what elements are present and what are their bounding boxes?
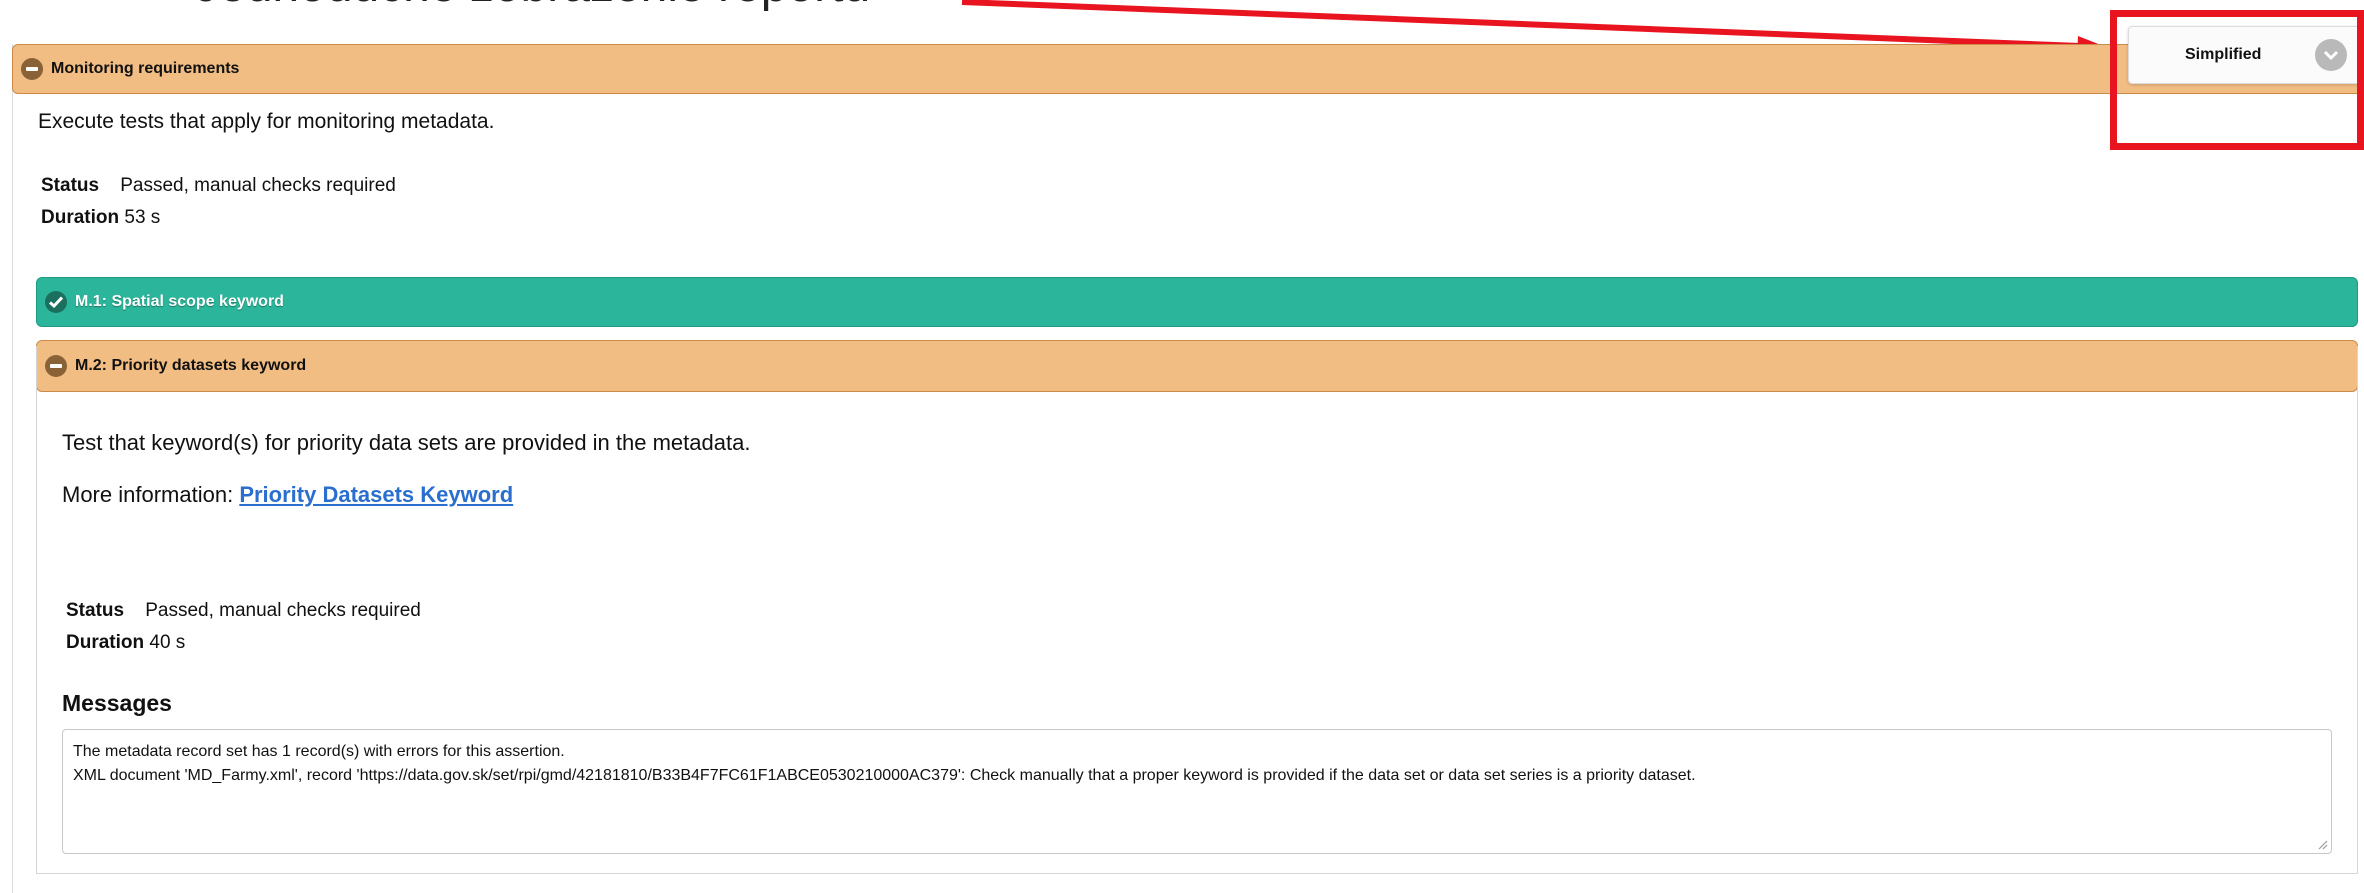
section-status-row: Status Passed, manual checks required [41, 175, 396, 197]
status-label: Status [66, 600, 125, 621]
annotation-caption: Jednoduché zobrazenie reportu [195, 0, 870, 13]
more-info-link[interactable]: Priority Datasets Keyword [239, 482, 513, 507]
duration-label: Duration [66, 632, 145, 653]
test-title: M.1: Spatial scope keyword [75, 293, 284, 310]
status-value: Passed, manual checks required [120, 175, 396, 196]
more-info-row: More information: Priority Datasets Keyw… [62, 482, 513, 508]
test-status-row: Status Passed, manual checks required [66, 600, 421, 622]
duration-value: 40 s [149, 632, 186, 653]
duration-label: Duration [41, 207, 120, 228]
resize-handle-icon[interactable] [2316, 838, 2328, 850]
section-description: Execute tests that apply for monitoring … [38, 110, 495, 133]
status-value: Passed, manual checks required [145, 600, 421, 621]
section-duration-row: Duration 53 s [41, 207, 160, 229]
test-description: Test that keyword(s) for priority data s… [62, 430, 751, 455]
annotation-highlight-box [2110, 10, 2364, 150]
message-line: XML document 'MD_Farmy.xml', record 'htt… [73, 767, 1696, 784]
section-title: Monitoring requirements [51, 60, 240, 77]
message-line: The metadata record set has 1 record(s) … [73, 743, 565, 760]
more-info-label: More information: [62, 482, 234, 507]
collapse-icon [21, 58, 43, 80]
messages-heading: Messages [62, 690, 172, 716]
test-header-m1[interactable]: M.1: Spatial scope keyword [36, 277, 2358, 327]
check-icon [45, 291, 67, 313]
duration-value: 53 s [124, 207, 161, 228]
section-header-monitoring[interactable]: Monitoring requirements [12, 44, 2364, 94]
messages-textarea[interactable]: The metadata record set has 1 record(s) … [62, 729, 2332, 854]
status-label: Status [41, 175, 100, 196]
test-duration-row: Duration 40 s [66, 632, 185, 654]
